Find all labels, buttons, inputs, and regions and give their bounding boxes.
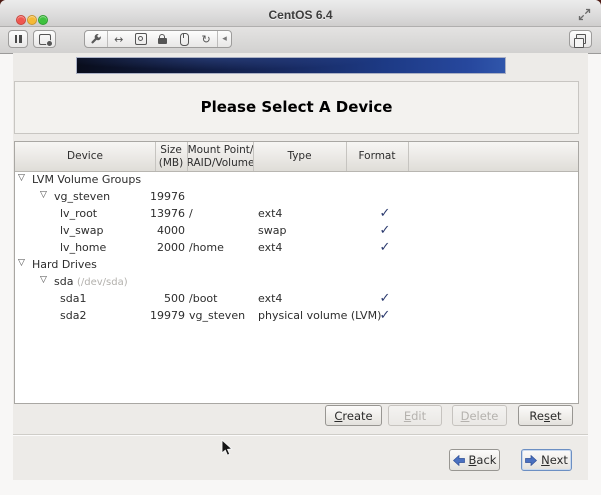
format-check-icon: ✓ [355, 308, 415, 323]
table-header: Device Size(MB) Mount Point/RAID/Volume … [15, 142, 578, 172]
collapse-button[interactable]: ◂ [217, 31, 231, 47]
expander-icon[interactable]: ▽ [18, 258, 25, 268]
titlebar[interactable]: CentOS 6.4 [0, 0, 601, 27]
device-path-note: (/dev/sda) [77, 277, 128, 288]
expander-icon[interactable]: ▽ [40, 190, 47, 200]
table-row[interactable]: lv_swap 4000 swap ✓ [15, 223, 578, 240]
vm-window: CentOS 6.4 ↔ [0, 0, 601, 495]
back-arrow-icon [453, 455, 465, 466]
installer-banner [76, 57, 506, 74]
column-divider [253, 142, 254, 171]
screenshot-root: CentOS 6.4 ↔ [0, 0, 601, 495]
settings-button[interactable] [85, 31, 107, 47]
table-row[interactable]: sda2 19979 vg_steven physical volume (LV… [15, 308, 578, 325]
column-divider [408, 142, 409, 171]
network-sync-button[interactable]: ↻ [195, 31, 217, 47]
format-check-icon: ✓ [355, 240, 415, 255]
column-header-device[interactable]: Device [15, 142, 155, 171]
edit-button: Edit [388, 405, 442, 426]
sync-icon: ↻ [201, 34, 210, 45]
heading-panel: Please Select A Device [14, 81, 579, 134]
format-check-icon: ✓ [355, 291, 415, 306]
table-row[interactable]: lv_home 2000 /home ext4 ✓ [15, 240, 578, 257]
fullscreen-icon[interactable] [578, 8, 591, 21]
hard-disk-icon [135, 33, 147, 45]
column-header-size[interactable]: Size(MB) [153, 142, 189, 171]
expander-icon[interactable]: ▽ [18, 173, 25, 183]
footer-divider [13, 434, 588, 435]
page-title: Please Select A Device [15, 82, 578, 133]
table-row[interactable]: ▽ LVM Volume Groups [15, 172, 578, 189]
expander-icon[interactable]: ▽ [40, 275, 47, 285]
cd-lock-button[interactable] [151, 31, 173, 47]
snapshot-icon [39, 34, 51, 45]
format-check-icon: ✓ [355, 223, 415, 238]
mouse-cursor [221, 439, 234, 457]
pause-icon [15, 35, 22, 43]
window-title: CentOS 6.4 [0, 0, 601, 26]
column-divider [346, 142, 347, 171]
table-row[interactable]: sda1 500 /boot ext4 ✓ [15, 291, 578, 308]
column-header-mount[interactable]: Mount Point/RAID/Volume [187, 142, 254, 171]
collapse-arrow-icon: ◂ [222, 35, 227, 44]
wrench-icon [89, 33, 102, 46]
create-button[interactable]: Create [325, 405, 382, 426]
table-row[interactable]: ▽ sda (/dev/sda) [15, 274, 578, 291]
back-button[interactable]: Back [449, 449, 500, 471]
column-header-type[interactable]: Type [253, 142, 346, 171]
delete-button: Delete [452, 405, 507, 426]
column-divider [187, 142, 188, 171]
format-check-icon: ✓ [355, 206, 415, 221]
next-button[interactable]: Next [521, 449, 572, 471]
fit-window-button[interactable]: ↔ [107, 31, 130, 47]
displays-icon [576, 34, 586, 44]
table-row[interactable]: ▽ vg_steven 19976 [15, 189, 578, 206]
hard-disk-button[interactable] [130, 31, 152, 47]
table-row[interactable]: ▽ Hard Drives [15, 257, 578, 274]
table-row[interactable]: lv_root 13976 / ext4 ✓ [15, 206, 578, 223]
pause-button[interactable] [8, 30, 28, 48]
lock-icon [158, 38, 167, 44]
device-table: Device Size(MB) Mount Point/RAID/Volume … [14, 141, 579, 404]
vmware-toolbar: ↔ ↻ ◂ [0, 27, 601, 54]
display-settings-button[interactable] [569, 30, 592, 48]
vm-screen: Please Select A Device Device Size(MB) M… [13, 53, 588, 480]
next-arrow-icon [525, 455, 537, 466]
table-body: ▽ LVM Volume Groups ▽ vg_steven 19976 lv… [15, 172, 578, 325]
reset-button[interactable]: Reset [518, 405, 573, 426]
snapshot-button[interactable] [33, 30, 56, 48]
device-button-group: ↔ ↻ ◂ [84, 30, 232, 48]
mouse-icon [180, 33, 189, 46]
mouse-button[interactable] [173, 31, 195, 47]
column-divider [155, 142, 156, 171]
column-header-format[interactable]: Format [346, 142, 408, 171]
fit-window-icon: ↔ [114, 34, 123, 45]
